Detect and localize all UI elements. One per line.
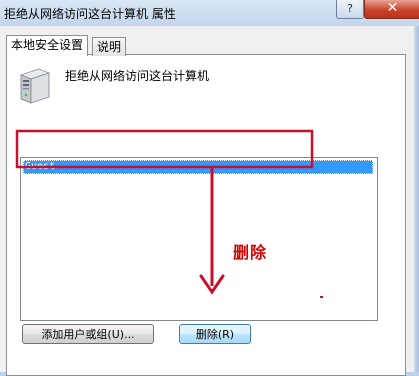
tab-panel: 拒绝从网络访问这台计算机 Guest 添加用户或组(U)... 删除(R): [6, 54, 406, 376]
dialog-body: 本地安全设置 说明 拒绝从网络访问这台计算机 Guest 添加用户或组(U)..…: [0, 26, 414, 376]
window-frame: [414, 26, 419, 372]
list-item[interactable]: Guest: [23, 160, 373, 174]
close-button[interactable]: ✕: [364, 0, 419, 19]
window-title: 拒绝从网络访问这台计算机 属性: [4, 7, 176, 21]
computer-tower-icon: [19, 68, 51, 104]
tab-explain[interactable]: 说明: [92, 37, 127, 56]
policy-name: 拒绝从网络访问这台计算机: [65, 69, 210, 83]
help-button[interactable]: ?: [336, 0, 364, 19]
add-user-or-group-button[interactable]: 添加用户或组(U)...: [22, 324, 154, 344]
close-icon: ✕: [386, 0, 399, 16]
remove-button[interactable]: 删除(R): [179, 324, 251, 344]
user-group-list[interactable]: Guest: [20, 157, 378, 321]
annotation-delete-label: 删除: [233, 243, 268, 262]
help-icon: ?: [347, 2, 353, 15]
title-bar: 拒绝从网络访问这台计算机 属性 ? ✕: [0, 0, 419, 26]
tab-local-security-setting[interactable]: 本地安全设置: [6, 35, 89, 56]
